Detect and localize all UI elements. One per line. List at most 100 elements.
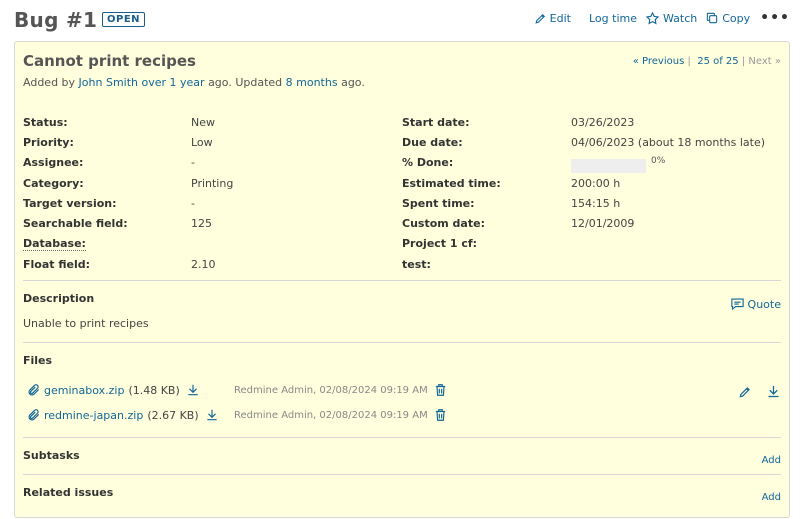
- add-related-issue-link[interactable]: Add: [762, 492, 781, 503]
- attr-test: test:: [402, 254, 782, 274]
- created-link[interactable]: over 1 year: [142, 76, 205, 89]
- attachment-meta: Redmine Admin, 02/08/2024 09:19 AM: [234, 383, 447, 397]
- author-suffix: ago.: [341, 76, 365, 89]
- nav-separator: |: [687, 56, 691, 67]
- attr-value: -: [191, 156, 195, 170]
- issue-subject: Cannot print recipes: [23, 52, 196, 70]
- trash-icon[interactable]: [434, 383, 447, 397]
- progress-bar: [571, 158, 646, 173]
- attachment-author-date: Redmine Admin, 02/08/2024 09:19 AM: [234, 384, 428, 396]
- attr-label: test:: [402, 257, 431, 271]
- attr-searchable-field: Searchable field: 125: [23, 213, 403, 233]
- page-header: Bug #1 OPEN Edit Log time Watch Copy •••: [14, 6, 790, 34]
- download-all-button[interactable]: [766, 384, 781, 399]
- watch-label: Watch: [662, 11, 698, 25]
- attr-custom-date: Custom date: 12/01/2009: [402, 213, 782, 233]
- attachment-row: geminabox.zip (1.48 KB) Redmine Admin, 0…: [27, 383, 445, 397]
- copy-label: Copy: [722, 11, 751, 25]
- attr-due-date: Due date: 04/06/2023 (about 18 months lat…: [402, 132, 782, 152]
- attr-value: 125: [191, 217, 212, 231]
- copy-icon: [707, 12, 718, 24]
- divider: [23, 342, 781, 343]
- description-title: Description: [23, 292, 95, 305]
- author-link[interactable]: John Smith: [79, 76, 138, 89]
- quote-icon: [730, 298, 744, 311]
- download-icon: [206, 409, 217, 421]
- attr-label: Category:: [23, 176, 84, 190]
- attr-priority: Priority: Low: [23, 132, 403, 152]
- attachment-author-date: Redmine Admin, 02/08/2024 09:19 AM: [234, 409, 428, 421]
- watch-button[interactable]: Watch: [645, 11, 697, 26]
- attributes-right: Start date: 03/26/2023 Due date: 04/06/202…: [402, 112, 782, 274]
- attr-status: Status: New: [23, 112, 403, 132]
- attr-label: Assignee:: [23, 156, 84, 170]
- attr-label: Float field:: [23, 257, 91, 271]
- pencil-icon: [739, 386, 750, 397]
- edit-button[interactable]: Edit: [534, 12, 571, 25]
- nav-separator: |: [741, 56, 746, 67]
- trash-icon[interactable]: [434, 408, 447, 422]
- attr-label: Estimated time:: [402, 176, 501, 190]
- attr-project-cf: Project 1 cf:: [402, 234, 782, 254]
- previous-link[interactable]: « Previous: [633, 56, 685, 67]
- attr-value: 200:00 h: [571, 176, 621, 190]
- attr-label: Due date:: [402, 135, 463, 149]
- download-icon: [768, 385, 779, 398]
- files-title: Files: [23, 354, 53, 367]
- download-icon: [188, 384, 198, 396]
- attr-value: Low: [191, 135, 213, 149]
- attachment-meta: Redmine Admin, 02/08/2024 09:19 AM: [234, 408, 447, 422]
- author-prefix: Added by: [23, 76, 76, 89]
- attr-label: Project 1 cf:: [402, 237, 478, 251]
- attr-category: Category: Printing: [23, 173, 403, 193]
- add-subtask-link[interactable]: Add: [762, 455, 781, 466]
- attr-assignee: Assignee: -: [23, 153, 403, 173]
- progress-percent: 0%: [651, 155, 666, 166]
- copy-button[interactable]: Copy: [705, 11, 750, 25]
- attr-target-version: Target version: -: [23, 193, 403, 213]
- quote-button[interactable]: Quote: [730, 297, 781, 311]
- star-icon: [645, 11, 660, 24]
- attributes-left: Status: New Priority: Low Assignee: - Categ…: [23, 112, 403, 274]
- attr-value: New: [191, 115, 215, 129]
- attr-float-field: Float field: 2.10: [23, 254, 403, 274]
- attachment-size: (1.48 KB): [128, 383, 180, 397]
- download-button[interactable]: [186, 383, 200, 397]
- spent-time-link[interactable]: 154:15 h: [571, 197, 620, 210]
- attachment-row: redmine-japan.zip (2.67 KB) Redmine Admi…: [27, 408, 445, 422]
- author-line: Added by John Smith over 1 year ago. Upd…: [23, 76, 365, 89]
- attachment-link[interactable]: geminabox.zip: [44, 384, 124, 397]
- log-time-button[interactable]: Log time: [589, 12, 637, 25]
- edit-attachments-button[interactable]: [738, 385, 752, 399]
- attr-value: 12/01/2009: [571, 217, 635, 231]
- attr-label: Searchable field:: [23, 217, 128, 231]
- subtasks-title: Subtasks: [23, 449, 80, 462]
- contextual-actions: Edit Log time Watch Copy •••: [520, 10, 790, 26]
- page-title: Bug #1: [14, 8, 98, 32]
- download-button[interactable]: [205, 408, 219, 422]
- attr-label: Custom date:: [402, 217, 485, 231]
- paperclip-icon: [28, 409, 40, 421]
- attr-value: 2.10: [191, 257, 216, 271]
- next-link-disabled: Next »: [748, 56, 781, 67]
- attr-value-overdue: 04/06/2023 (about 18 months late): [571, 135, 766, 149]
- attr-label: Spent time:: [402, 196, 475, 210]
- attr-label: Database:: [23, 237, 86, 252]
- updated-link[interactable]: 8 months: [286, 76, 338, 89]
- attr-label: Priority:: [23, 135, 74, 149]
- issue-navigation: « Previous | 25 of 25 | Next »: [633, 56, 781, 67]
- attr-done-ratio: % Done: 0%: [402, 153, 782, 173]
- divider: [23, 437, 781, 438]
- attr-spent-time: Spent time: 154:15 h: [402, 193, 782, 213]
- attr-value: Printing: [191, 176, 234, 190]
- position-link[interactable]: 25 of 25: [697, 56, 738, 67]
- files-actions: [724, 384, 781, 399]
- author-middle: ago. Updated: [208, 76, 283, 89]
- attr-estimated-time: Estimated time: 200:00 h: [402, 173, 782, 193]
- quote-label: Quote: [747, 297, 781, 311]
- attachment-size: (2.67 KB): [147, 408, 199, 422]
- more-actions-button[interactable]: •••: [760, 10, 790, 26]
- attachment-link[interactable]: redmine-japan.zip: [44, 409, 143, 422]
- attr-value: -: [191, 196, 195, 210]
- paperclip-icon: [28, 384, 40, 396]
